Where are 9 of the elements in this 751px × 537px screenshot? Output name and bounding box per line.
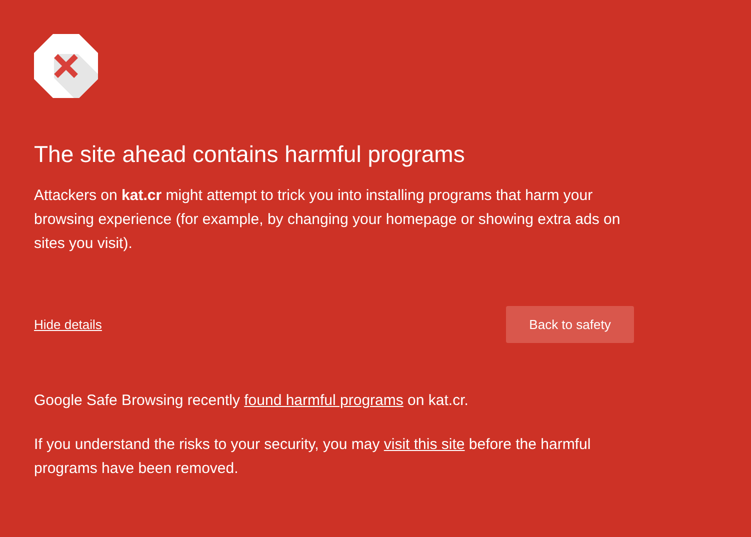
explanation-text: Attackers on kat.cr might attempt to trick you into installing programs that harm your browsing experience (for example, by changing your homepage or showing extra ads on sites you visit). xyxy=(34,186,622,254)
details-text: Google Safe Browsing recently found harmful programs on kat.cr. xyxy=(34,391,470,411)
back-to-safety-button[interactable]: Back to safety xyxy=(506,306,634,343)
hide-details-link[interactable]: Hide details xyxy=(34,317,102,332)
error-icon xyxy=(34,34,98,98)
details-text: If you understand the risks to your security, you may visit this site before the harmful programs have been removed. xyxy=(34,435,592,479)
page-heading: The site ahead contains harmful programs xyxy=(34,141,466,168)
details-link[interactable]: visit this site xyxy=(384,436,465,453)
details-link[interactable]: found harmful programs xyxy=(244,392,404,409)
